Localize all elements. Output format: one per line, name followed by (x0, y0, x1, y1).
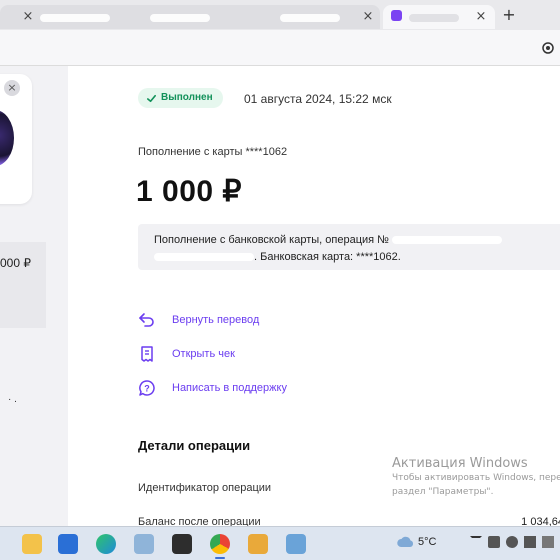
cloud-icon (397, 536, 414, 547)
left-sidebar: × 000 ₽ · . (0, 66, 68, 526)
description-line2: . Банковская карта: ****1062. (254, 251, 401, 263)
volume-icon[interactable] (506, 536, 518, 548)
tab-title-redacted (150, 14, 210, 22)
weather-temp: 5°C (418, 536, 437, 548)
browser-toolbar (0, 30, 560, 66)
detail-label: Идентификатор операции (138, 482, 272, 494)
watermark-line: раздел "Параметры". (392, 487, 494, 497)
description-line1: Пополнение с банковской карты, операция … (154, 234, 389, 246)
browser-tab-background[interactable]: × × (0, 5, 380, 29)
tab-close-button[interactable]: × (473, 9, 489, 25)
action-label: Вернуть перевод (172, 314, 260, 326)
browser-tab-bar: × × × + (0, 0, 560, 30)
svg-text:?: ? (144, 384, 150, 394)
new-tab-button[interactable]: + (500, 6, 518, 24)
app-icon[interactable] (286, 534, 306, 554)
settings-icon[interactable] (540, 40, 556, 56)
watermark-line: Чтобы активировать Windows, перейдите в (392, 473, 560, 483)
browser-tab-active[interactable]: × (383, 5, 495, 29)
app-icon[interactable] (172, 534, 192, 554)
app-icon[interactable] (248, 534, 268, 554)
tab-close-button[interactable]: × (20, 9, 36, 25)
action-label: Открыть чек (172, 348, 235, 360)
redacted-text (154, 253, 254, 262)
watermark-title: Активация Windows (392, 456, 528, 471)
battery-icon[interactable] (524, 536, 536, 548)
operation-amount: 1 000 ₽ (136, 175, 242, 208)
language-icon[interactable] (542, 536, 554, 548)
return-transfer-button[interactable]: Вернуть перевод (138, 310, 259, 330)
status-label: Выполнен (161, 92, 213, 103)
edge-browser-icon[interactable] (96, 534, 116, 554)
windows-activation-watermark: Активация Windows Чтобы активировать Win… (392, 456, 560, 499)
active-app-indicator (215, 557, 225, 559)
tab-title-redacted (409, 14, 459, 22)
photos-icon[interactable] (134, 534, 154, 554)
operation-description: Пополнение с банковской карты, операция … (138, 224, 560, 270)
mail-icon[interactable] (58, 534, 78, 554)
return-arrow-icon (139, 313, 154, 327)
action-label: Написать в поддержку (172, 382, 287, 394)
operation-subtitle: Пополнение с карты ****1062 (138, 146, 288, 158)
details-title: Детали операции (138, 438, 251, 453)
support-chat-icon: ? (139, 380, 155, 396)
chrome-browser-icon[interactable] (210, 534, 230, 554)
tab-title-redacted (280, 14, 340, 22)
left-amount-card[interactable] (0, 242, 46, 328)
receipt-icon (141, 346, 153, 362)
system-tray[interactable] (470, 536, 554, 548)
weather-widget[interactable]: 5°C (396, 536, 436, 548)
windows-taskbar: 5°C (0, 526, 560, 560)
redacted-text (392, 236, 503, 245)
contact-support-button[interactable]: ? Написать в поддержку (138, 378, 287, 398)
site-favicon-icon (391, 10, 402, 21)
chevron-up-icon[interactable] (470, 536, 482, 548)
left-dots: · . (8, 394, 17, 405)
close-button[interactable]: × (4, 80, 20, 96)
left-amount-text: 000 ₽ (0, 256, 31, 270)
open-receipt-button[interactable]: Открыть чек (138, 344, 235, 364)
tab-title-redacted (40, 14, 110, 22)
status-badge: Выполнен (138, 88, 223, 108)
network-icon[interactable] (488, 536, 500, 548)
operation-date: 01 августа 2024, 15:22 мск (244, 92, 392, 106)
check-icon (147, 94, 156, 102)
tab-close-button[interactable]: × (360, 9, 376, 25)
file-explorer-icon[interactable] (22, 534, 42, 554)
